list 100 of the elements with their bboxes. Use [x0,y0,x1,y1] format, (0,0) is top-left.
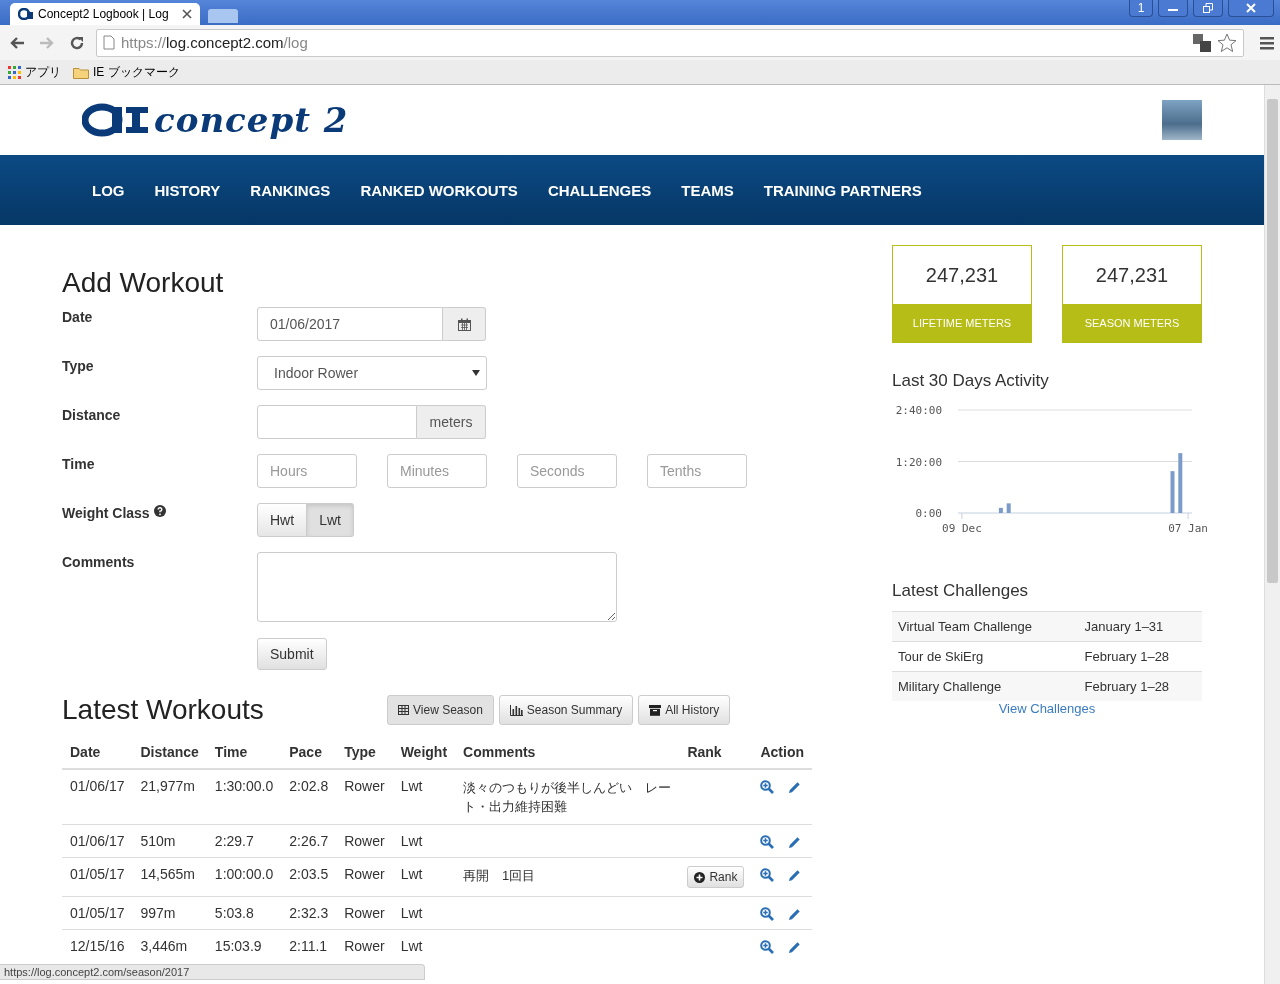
scrollbar[interactable] [1264,85,1280,984]
browser-tab[interactable]: Concept2 Logbook | Log [10,3,200,25]
column-header: Date [62,736,133,769]
folder-icon [73,65,89,79]
table-cell: 01/06/17 [62,824,133,858]
axis-label: 2:40:00 [895,404,942,417]
pencil-icon[interactable] [788,780,802,794]
zoom-in-icon[interactable] [760,780,775,794]
zoom-in-icon[interactable] [760,940,775,954]
comment-text: 淡々のつもりが後半しんどい レート・出力維持困難 [463,780,672,814]
minimize-button[interactable] [1158,0,1188,17]
apps-grid-icon [8,65,21,79]
nav-link[interactable]: RANKED WORKOUTS [360,181,518,199]
restore-icon [1203,3,1213,13]
distance-field[interactable] [257,405,417,439]
comment-text: 再開 1回目 [463,868,536,883]
column-header: Action [752,736,812,769]
calendar-button[interactable] [443,307,486,341]
tab-title: Concept2 Logbook | Log [38,7,170,21]
nav-link[interactable]: RANKINGS [250,181,331,199]
nav-link[interactable]: TEAMS [681,181,734,199]
photo-placeholder [1162,100,1202,140]
weight-toggle[interactable]: Lwt [307,503,354,537]
comments-field[interactable] [257,552,617,622]
reload-icon [69,34,85,51]
table-cell: 12/15/16 [62,929,133,962]
pencil-icon[interactable] [788,835,802,849]
menu-icon[interactable] [1260,35,1274,50]
time-field[interactable]: Seconds [517,454,617,488]
field-label: Distance [62,407,121,423]
calendar-icon [457,317,471,331]
time-field[interactable]: Minutes [387,454,487,488]
submit-button[interactable]: Submit [257,638,327,670]
zoom-in-icon[interactable] [760,868,775,882]
bookmark-item[interactable]: IE ブックマーク [73,63,180,81]
activity-bar [1178,453,1183,513]
address-bar[interactable]: https://log.concept2.com/log [96,28,1244,57]
nav-link[interactable]: TRAINING PARTNERS [763,181,922,199]
restore-button[interactable] [1193,0,1223,17]
zoom-in-icon[interactable] [760,835,775,849]
axis-label: 09 Dec [942,522,982,535]
axis-label: 1:20:00 [895,455,942,469]
challenge-dates: January 1–31 [1078,611,1202,642]
close-icon [1246,3,1256,13]
column-header: Distance [132,736,207,769]
toolbar-button[interactable]: Season Summary [498,695,634,725]
table-cell: 510m [132,824,207,858]
archive-icon [649,704,662,716]
table-cell: 01/06/17 [62,769,133,825]
window-close-button[interactable] [1228,0,1274,17]
section-title: Latest Workouts [62,694,265,726]
pencil-icon[interactable] [788,907,802,921]
field-label: Time [62,456,95,472]
view-challenges-link[interactable]: View Challenges [892,701,1202,716]
type-select[interactable]: Indoor Rower [257,356,487,390]
challenge-name: Virtual Team Challenge [892,611,1079,642]
toolbar-button[interactable]: View Season [387,695,494,725]
toolbar-button[interactable]: All History [638,695,731,725]
pencil-icon[interactable] [788,940,802,954]
table-cell: 21,977m [132,769,207,825]
unit-label: meters [417,405,486,439]
challenge-name: Tour de SkiErg [892,641,1079,672]
star-icon[interactable] [1217,32,1237,53]
table-cell: Lwt [392,857,456,897]
table-cell: 5:03.8 [206,896,282,930]
field-label: Comments [62,554,135,570]
forward-arrow-icon [39,35,55,50]
bar-chart-icon [509,704,523,716]
table-cell: Lwt [392,896,456,930]
table-cell: Rower [336,769,393,825]
field-label: Weight Class [62,505,150,521]
stat-value: 247,231 [924,262,1000,288]
nav-link[interactable]: LOG [92,181,125,199]
help-icon[interactable] [153,505,166,517]
status-url: https://log.concept2.com/season/2017 [0,964,425,980]
tab-logo-icon [18,8,34,20]
column-header: Type [336,736,393,769]
nav-link[interactable]: CHALLENGES [547,181,652,199]
bookmark-item[interactable]: アプリ [8,63,61,81]
rank-button[interactable]: Rank [687,866,745,888]
time-field[interactable]: Hours [257,454,357,488]
column-header: Weight [392,736,456,769]
column-header: Pace [281,736,337,769]
close-icon[interactable] [182,9,192,19]
table-cell: 14,565m [132,857,207,897]
nav-link[interactable]: HISTORY [154,181,221,199]
pencil-icon[interactable] [788,868,802,882]
stat-value: 247,231 [1094,262,1170,288]
weight-toggle[interactable]: Hwt [257,503,308,537]
profile-badge[interactable]: 1 [1129,0,1153,17]
zoom-in-icon[interactable] [760,907,775,921]
axis-label: 0:00 [915,507,942,520]
back-arrow-icon [9,35,25,50]
scrollbar-thumb[interactable] [1267,99,1278,583]
column-header: Comments [455,736,680,769]
translate-icon[interactable] [1193,33,1211,52]
column-header: Time [206,736,282,769]
time-field[interactable]: Tenths [647,454,747,488]
date-field[interactable]: 01/06/2017 [257,307,443,341]
axis-label: 07 Jan [1168,522,1208,535]
